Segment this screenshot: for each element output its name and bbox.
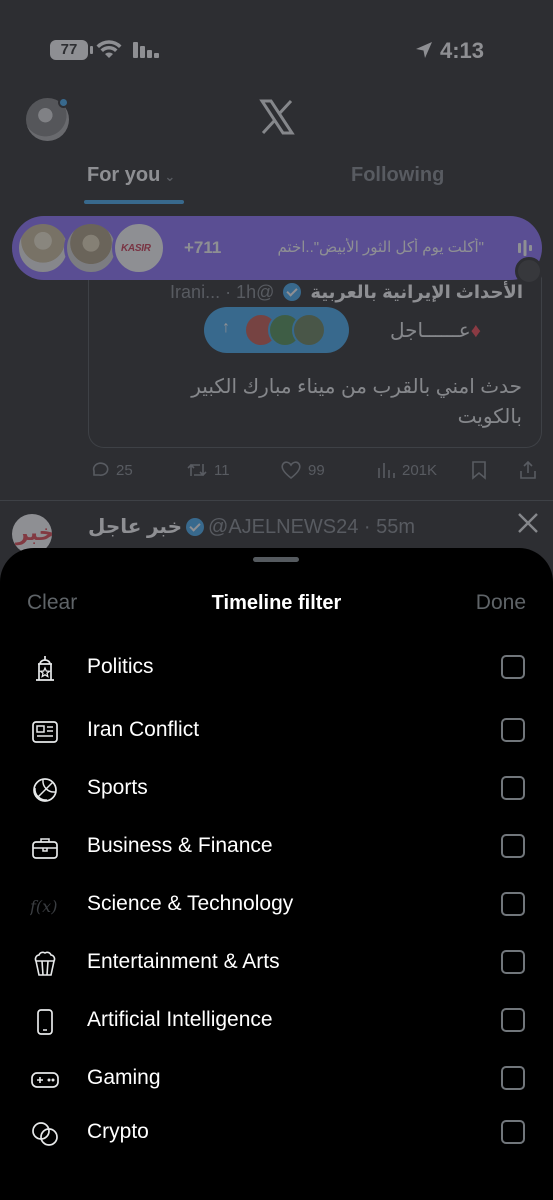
filter-checkbox[interactable] (501, 834, 525, 858)
gamepad-icon (31, 1072, 59, 1088)
new-posts-pill[interactable]: ↑ (204, 307, 349, 353)
filter-checkbox[interactable] (501, 1120, 525, 1144)
filter-checkbox[interactable] (501, 1066, 525, 1090)
filter-item-label: Artificial Intelligence (87, 1008, 273, 1031)
phone-icon (37, 1009, 53, 1035)
like-count: 99 (308, 461, 325, 479)
wifi-icon (96, 40, 122, 58)
bookmark-button[interactable] (470, 460, 488, 480)
filter-checkbox[interactable] (501, 1008, 525, 1032)
filter-item-label: Sports (87, 776, 148, 799)
divider (0, 500, 553, 501)
filter-item-entertainment-arts[interactable]: Entertainment & Arts (0, 937, 553, 987)
done-button[interactable]: Done (476, 591, 526, 615)
battery-indicator: 77 (50, 40, 93, 60)
politics-icon (36, 656, 54, 681)
share-button[interactable] (518, 460, 538, 480)
filter-item-label: Politics (87, 655, 154, 678)
urgent-text: عــــــاجل (390, 320, 471, 342)
svg-text:f(x): f(x) (30, 897, 57, 916)
arrow-up-icon: ↑ (222, 319, 230, 336)
filter-item-label: Iran Conflict (87, 718, 200, 741)
filter-checkbox[interactable] (501, 950, 525, 974)
verified-badge-icon (283, 283, 302, 301)
quoted-tweet-author: الأحداث الإيرانية بالعربية @Irani... · 1… (170, 282, 523, 303)
popcorn-icon (34, 951, 56, 976)
cellular-signal-icon (133, 42, 159, 58)
tweet-header: خبر عاجل @AJELNEWS24 · 55m (88, 514, 415, 539)
reply-icon (92, 462, 109, 476)
filter-item-label: Crypto (87, 1120, 149, 1143)
filter-item-label: Gaming (87, 1066, 161, 1089)
views-count: 201K (402, 461, 438, 479)
views-button[interactable]: 201K (376, 460, 437, 480)
tab-for-you[interactable]: For you ⌄ (87, 164, 175, 187)
repost-icon (187, 463, 207, 477)
quoted-tweet-body: حدث امني بالقرب من ميناء مبارك الكبير با… (191, 376, 522, 428)
tab-following[interactable]: Following (351, 164, 444, 187)
function-icon: f(x) (30, 897, 57, 916)
location-arrow-icon (416, 42, 432, 58)
sheet-grabber[interactable] (253, 557, 299, 562)
share-icon (520, 460, 536, 479)
filter-item-politics[interactable]: Politics (0, 642, 553, 692)
status-bar: 77 4:13 (0, 0, 553, 90)
filter-item-sports[interactable]: Sports (0, 763, 553, 813)
clock: 4:13 (440, 38, 485, 63)
urgent-label: ♦عــــــاجل (390, 318, 481, 343)
spaces-live-bar[interactable]: KASIR +711 "أكلت يوم أكل الثور الأبيض"..… (12, 216, 542, 280)
repost-button[interactable]: 11 (186, 460, 230, 480)
x-brand-icon (518, 513, 538, 533)
filter-item-business-finance[interactable]: Business & Finance (0, 821, 553, 871)
filter-item-iran-conflict[interactable]: Iran Conflict (0, 705, 553, 755)
filter-item-label: Business & Finance (87, 834, 273, 857)
sports-ball-icon (33, 778, 57, 802)
notification-dot (58, 97, 69, 108)
active-tab-indicator (84, 200, 184, 204)
reply-button[interactable]: 25 (90, 460, 133, 480)
tweet-author-handle: @AJELNEWS24 · 55m (208, 516, 416, 538)
avatar (16, 221, 70, 275)
avatar (64, 221, 118, 275)
kasir-logo: KASIR (121, 243, 151, 254)
quoted-author-handle: @Irani... · 1h (170, 282, 275, 302)
filter-checkbox[interactable] (501, 892, 525, 916)
quoted-author-name: الأحداث الإيرانية بالعربية (310, 282, 523, 302)
repost-count: 11 (214, 461, 230, 479)
reply-count: 25 (116, 461, 133, 479)
filter-item-artificial-intelligence[interactable]: Artificial Intelligence (0, 995, 553, 1045)
red-diamond-icon: ♦ (470, 320, 481, 342)
coins-icon (32, 1122, 58, 1146)
briefcase-icon (32, 838, 58, 859)
filter-checkbox[interactable] (501, 776, 525, 800)
avatar: KASIR (112, 221, 166, 275)
views-icon (378, 463, 395, 478)
tweet-action-bar: 25 11 99 201K (90, 460, 542, 484)
filter-item-label: Entertainment & Arts (87, 950, 280, 973)
bookmark-icon (472, 461, 486, 480)
filter-item-gaming[interactable]: Gaming (0, 1053, 553, 1103)
filter-checkbox[interactable] (501, 655, 525, 679)
space-title: "أكلت يوم أكل الثور الأبيض"..اختم (277, 239, 484, 256)
avatar (292, 313, 326, 347)
x-logo-icon (259, 99, 295, 135)
avatar-text: خبر (16, 520, 52, 545)
audio-bars-icon (518, 240, 532, 256)
verified-badge-icon (186, 518, 205, 536)
filter-item-label: Science & Technology (87, 892, 294, 915)
timeline-filter-sheet: Clear Timeline filter Done Politics Iran… (0, 548, 553, 1200)
filter-item-science-technology[interactable]: f(x) Science & Technology (0, 879, 553, 929)
floating-dot (515, 257, 543, 285)
like-button[interactable]: 99 (280, 460, 325, 480)
filter-checkbox[interactable] (501, 718, 525, 742)
news-icon (32, 721, 58, 743)
heart-icon (281, 461, 301, 480)
chevron-down-icon: ⌄ (164, 169, 176, 184)
tweet-author-name: خبر عاجل (88, 516, 183, 538)
filter-item-crypto[interactable]: Crypto (0, 1107, 553, 1157)
listener-count: +711 (184, 238, 222, 257)
sheet-title: Timeline filter (211, 592, 342, 614)
tab-for-you-label: For you (87, 164, 161, 186)
